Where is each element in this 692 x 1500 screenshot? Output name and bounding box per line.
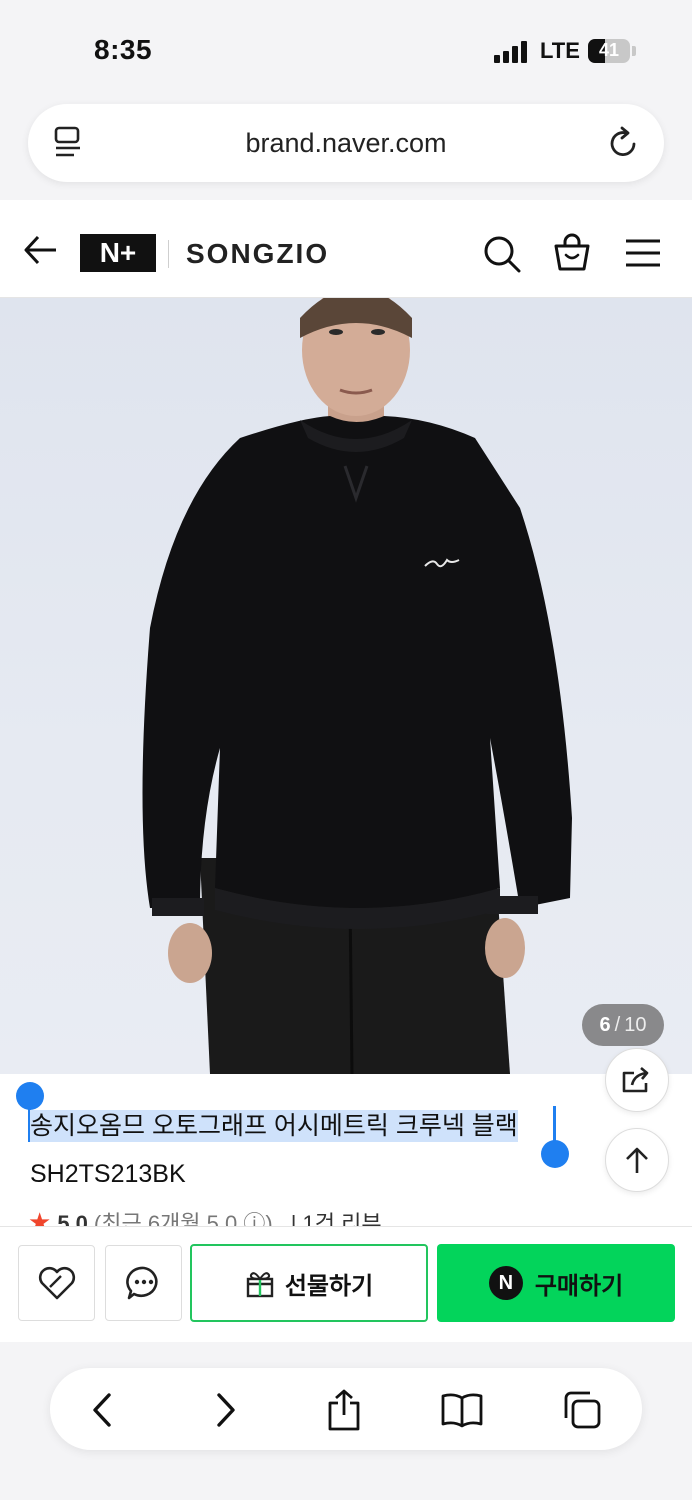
talk-talk-button[interactable] — [105, 1245, 182, 1321]
product-title-block: 송지오옴므 오토그래프 어시메트릭 크루넥 블랙 SH2TS213BK — [30, 1106, 590, 1189]
safari-share-button[interactable] — [322, 1388, 366, 1432]
cellular-signal-icon — [494, 41, 528, 63]
image-counter: 6 / 10 — [582, 1004, 664, 1046]
safari-toolbar — [0, 1342, 692, 1500]
naver-pay-icon: N — [488, 1266, 523, 1300]
battery-cap — [632, 46, 636, 56]
chevron-left-icon — [93, 1393, 111, 1427]
image-counter-total: 10 — [624, 1013, 647, 1036]
buy-button[interactable]: N 구매하기 — [437, 1244, 675, 1322]
buy-label: 구매하기 — [534, 1272, 624, 1300]
back-arrow-icon[interactable] — [22, 234, 60, 266]
scroll-to-top-button[interactable] — [605, 1128, 669, 1192]
header-divider — [168, 240, 169, 268]
browser-url-area: brand.naver.com — [0, 100, 692, 200]
purchase-action-bar: 선물하기 N 구매하기 — [0, 1226, 692, 1342]
wishlist-button[interactable] — [18, 1245, 95, 1321]
tabs-squares-icon — [564, 1391, 601, 1429]
reload-icon[interactable] — [608, 126, 640, 160]
selection-handle-end[interactable] — [541, 1140, 569, 1168]
share-button[interactable] — [605, 1048, 669, 1112]
safari-back-button[interactable] — [80, 1388, 124, 1432]
gift-button[interactable]: 선물하기 — [190, 1244, 428, 1322]
heart-icon — [38, 1266, 75, 1300]
chevron-right-icon — [217, 1393, 235, 1427]
safari-forward-button[interactable] — [204, 1388, 248, 1432]
hamburger-menu-icon[interactable] — [624, 238, 662, 268]
status-bar: 8:35 LTE 41 — [0, 0, 692, 100]
share-icon — [622, 1067, 649, 1093]
battery-icon: 41 — [588, 39, 630, 63]
book-icon — [441, 1393, 483, 1428]
badge-text: N+ — [99, 237, 137, 268]
chat-bubble-icon — [125, 1266, 158, 1300]
brand-name[interactable]: SONGZIO — [186, 238, 329, 270]
gift-label: 선물하기 — [284, 1272, 374, 1300]
rating-row: ★ 5.0 (최근 6개월 5.0 ⓘ) | 1건 리뷰 — [28, 1206, 488, 1228]
status-time: 8:35 — [94, 34, 153, 65]
naver-plus-badge[interactable]: N+ — [80, 234, 156, 272]
product-title[interactable]: 송지오옴므 오토그래프 어시메트릭 크루넥 블랙 — [30, 1110, 518, 1142]
network-type: LTE — [540, 38, 580, 63]
safari-tabs-button[interactable] — [560, 1388, 604, 1432]
search-icon[interactable] — [482, 234, 522, 274]
arrow-up-icon — [626, 1147, 648, 1173]
gift-icon — [246, 1272, 274, 1298]
image-counter-current: 6 — [599, 1013, 611, 1036]
star-icon: ★ — [28, 1207, 52, 1228]
product-code: SH2TS213BK — [30, 1160, 186, 1188]
safari-bookmarks-button[interactable] — [440, 1388, 484, 1432]
share-upload-icon — [328, 1389, 360, 1431]
model-wearing-sweatshirt-image — [142, 298, 572, 1074]
image-counter-separator: / — [614, 1013, 621, 1036]
safari-toolbar-pill — [50, 1368, 642, 1450]
url-text[interactable]: brand.naver.com — [28, 128, 664, 159]
product-image[interactable] — [0, 298, 692, 1074]
battery-level: 41 — [598, 40, 620, 60]
address-bar[interactable]: brand.naver.com — [28, 104, 664, 182]
shopping-bag-icon[interactable] — [552, 232, 592, 272]
